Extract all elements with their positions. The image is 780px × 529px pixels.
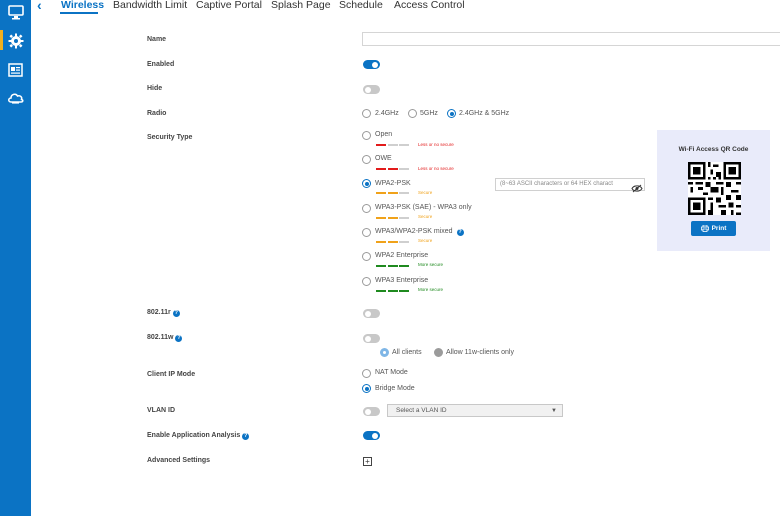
gear-icon[interactable]	[6, 31, 25, 50]
eye-slash-icon[interactable]	[631, 180, 643, 193]
security-wpa3-wpa2-mixed-option[interactable]	[362, 228, 371, 237]
vlan-toggle[interactable]	[363, 407, 380, 416]
enabled-label: Enabled	[147, 61, 175, 68]
security-type-label: Security Type	[147, 134, 193, 141]
radio-5ghz-text: 5GHz	[420, 110, 438, 117]
tab-wireless[interactable]: Wireless	[61, 0, 104, 11]
report-icon[interactable]	[6, 60, 25, 79]
enabled-toggle[interactable]	[363, 60, 380, 69]
radio-label: Radio	[147, 110, 167, 117]
vlan-select[interactable]: Select a VLAN ID ▼	[387, 404, 563, 417]
hide-toggle[interactable]	[363, 85, 380, 94]
tab-captive-portal[interactable]: Captive Portal	[196, 0, 262, 11]
help-icon[interactable]: ?	[456, 229, 464, 236]
radio-2-4ghz-text: 2.4GHz	[375, 110, 399, 117]
chevron-down-icon: ▼	[551, 408, 557, 414]
name-label: Name	[147, 36, 167, 43]
tab-access-control[interactable]: Access Control	[394, 0, 465, 11]
security-owe-option[interactable]	[362, 155, 371, 164]
security-owe-strength-bar	[376, 168, 409, 170]
80211w-all-clients-option[interactable]	[380, 348, 389, 357]
radio-dual-band-option[interactable]	[447, 109, 456, 118]
security-owe-note: Less or no secure	[418, 166, 454, 171]
active-indicator	[0, 30, 3, 50]
80211w-label: 802.11w?	[147, 334, 183, 342]
help-icon[interactable]: ?	[242, 433, 250, 440]
80211w-toggle[interactable]	[363, 334, 380, 343]
qr-title: Wi-Fi Access QR Code	[678, 146, 749, 153]
security-wpa3-sae-strength-bar	[376, 217, 409, 219]
security-wpa3-sae-option[interactable]	[362, 204, 371, 213]
more-icon[interactable]	[9, 511, 23, 524]
active-tab-underline	[60, 12, 98, 14]
sidebar	[0, 0, 31, 524]
security-wpa2-psk-option[interactable]	[362, 179, 371, 188]
radio-dual-band-text: 2.4GHz & 5GHz	[459, 110, 510, 117]
80211r-label: 802.11r?	[147, 309, 180, 317]
vlan-select-value: Select a VLAN ID	[396, 407, 447, 414]
radio-5ghz-option[interactable]	[408, 109, 417, 118]
security-wpa2-enterprise-strength-bar	[376, 265, 409, 267]
name-input[interactable]	[362, 32, 780, 46]
security-open-option[interactable]	[362, 131, 371, 140]
security-owe-text: OWE	[375, 155, 392, 162]
security-open-text: Open	[375, 131, 393, 138]
nat-mode-text: NAT Mode	[375, 369, 408, 376]
security-wpa2-enterprise-note: More secure	[418, 262, 444, 267]
security-wpa3-enterprise-option[interactable]	[362, 277, 371, 286]
bridge-mode-text: Bridge Mode	[375, 385, 415, 392]
back-chevron-icon[interactable]: ‹	[37, 0, 42, 13]
advanced-settings-label: Advanced Settings	[147, 457, 211, 464]
cloud-icon[interactable]	[6, 88, 25, 107]
help-icon[interactable]: ?	[172, 310, 180, 317]
qr-code-panel: Wi-Fi Access QR Code Print	[657, 130, 770, 251]
security-wpa3-wpa2-mixed-note: Secure	[418, 238, 433, 243]
80211w-all-clients-text: All clients	[392, 349, 422, 356]
tab-schedule[interactable]: Schedule	[339, 0, 383, 11]
security-wpa3-wpa2-mixed-strength-bar	[376, 241, 409, 243]
security-wpa3-enterprise-note: More secure	[418, 287, 444, 292]
print-button-label: Print	[711, 225, 727, 232]
client-ip-mode-label: Client IP Mode	[147, 371, 196, 378]
security-open-note: Less or no secure	[418, 142, 454, 147]
bridge-mode-option[interactable]	[362, 384, 371, 393]
80211w-allow-only-text: Allow 11w-clients only	[446, 349, 514, 356]
print-button[interactable]: Print	[691, 221, 736, 236]
printer-icon	[700, 225, 709, 232]
security-wpa3-wpa2-mixed-text: WPA3/WPA2-PSK mixed?	[375, 228, 464, 236]
security-wpa2-enterprise-text: WPA2 Enterprise	[375, 252, 429, 259]
app-analysis-label: Enable Application Analysis?	[147, 432, 250, 440]
tab-bandwidth-limit[interactable]: Bandwidth Limit	[113, 0, 187, 11]
security-wpa2-psk-strength-bar	[376, 192, 409, 194]
radio-2-4ghz-option[interactable]	[362, 109, 371, 118]
security-wpa3-sae-note: Secure	[418, 214, 433, 219]
security-wpa2-enterprise-option[interactable]	[362, 252, 371, 261]
expand-plus-icon[interactable]: +	[363, 457, 372, 466]
password-input[interactable]: (8~63 ASCII characters or 64 HEX charact	[495, 178, 645, 191]
vlan-id-label: VLAN ID	[147, 407, 175, 414]
security-wpa3-enterprise-text: WPA3 Enterprise	[375, 277, 429, 284]
app-analysis-toggle[interactable]	[363, 431, 380, 440]
security-wpa2-psk-text: WPA2-PSK	[375, 180, 411, 187]
hide-label: Hide	[147, 85, 163, 92]
tab-bar: ‹ Wireless Bandwidth Limit Captive Porta…	[31, 0, 780, 14]
80211w-allow-only-option[interactable]	[434, 348, 443, 357]
help-icon[interactable]: ?	[175, 335, 183, 342]
security-open-strength-bar	[376, 144, 409, 146]
qr-code-image	[688, 162, 741, 215]
80211r-toggle[interactable]	[363, 309, 380, 318]
nat-mode-option[interactable]	[362, 369, 371, 378]
monitor-icon[interactable]	[6, 3, 25, 22]
tab-splash-page[interactable]: Splash Page	[271, 0, 331, 11]
security-wpa2-psk-note: Secure	[418, 190, 433, 195]
security-wpa3-sae-text: WPA3-PSK (SAE) - WPA3 only	[375, 204, 472, 211]
security-wpa3-enterprise-strength-bar	[376, 290, 409, 292]
